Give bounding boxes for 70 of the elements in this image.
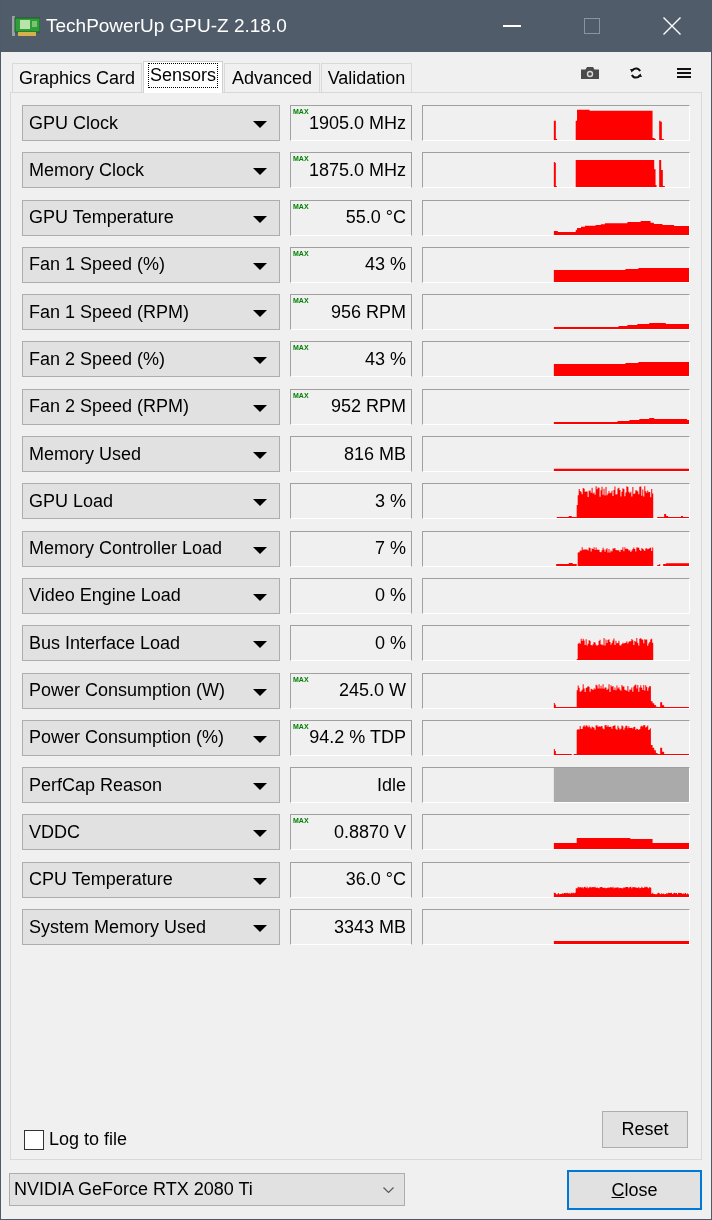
sensor-value: 952 RPM [330, 396, 406, 418]
sensor-value: 0 % [374, 585, 406, 607]
sensor-value: 55.0 °C [345, 207, 406, 229]
sensor-value: 1905.0 MHz [308, 112, 406, 134]
sensor-dropdown[interactable]: Memory Controller Load [22, 530, 280, 567]
sensor-value: 0 % [374, 632, 406, 654]
caret-icon [253, 357, 267, 365]
sensor-value: Idle [376, 774, 406, 796]
sensor-dropdown[interactable]: Bus Interface Load [22, 625, 280, 662]
caret-icon [253, 688, 267, 696]
sensor-dropdown[interactable]: Power Consumption (%) [22, 719, 280, 756]
checkbox[interactable] [24, 1129, 44, 1150]
sensor-value: 43 % [364, 254, 406, 276]
caret-icon [253, 262, 267, 270]
caret-icon [253, 310, 267, 318]
caret-icon [253, 877, 267, 885]
sensor-dropdown[interactable]: GPU Load [22, 483, 280, 520]
camera-icon[interactable] [581, 67, 599, 79]
sensor-value: 94.2 % TDP [309, 727, 406, 749]
caret-icon [253, 593, 267, 601]
caret-icon [253, 452, 267, 460]
caret-icon [253, 404, 267, 412]
sensor-dropdown[interactable]: GPU Clock [22, 105, 280, 141]
sensor-dropdown[interactable]: System Memory Used [22, 909, 280, 946]
sensor-value: 36.0 °C [345, 869, 406, 891]
sensor-dropdown[interactable]: Memory Clock [22, 152, 280, 189]
caret-icon [253, 168, 267, 176]
caret-icon [253, 783, 267, 791]
sensor-dropdown[interactable]: VDDC [22, 814, 280, 851]
caret-icon [253, 499, 267, 507]
sensor-value: 3 % [374, 490, 406, 512]
checkbox-label[interactable]: Log to file [49, 1129, 128, 1150]
sensor-value: 3343 MB [333, 916, 406, 938]
caret-icon [253, 735, 267, 743]
refresh-icon[interactable] [630, 67, 642, 79]
sensor-dropdown[interactable]: Video Engine Load [22, 577, 280, 614]
sensor-dropdown[interactable]: PerfCap Reason [22, 767, 280, 804]
sensor-value: 245.0 W [338, 680, 406, 702]
sensor-value: 956 RPM [330, 301, 406, 323]
sensor-dropdown[interactable]: Power Consumption (W) [22, 672, 280, 709]
gpu-select[interactable]: NVIDIA GeForce RTX 2080 Ti [9, 1173, 405, 1206]
caret-icon [253, 830, 267, 838]
caret-icon [253, 121, 267, 128]
close-icon[interactable] [663, 17, 681, 35]
sensor-dropdown[interactable]: Fan 2 Speed (%) [22, 341, 280, 378]
caret-icon [253, 925, 267, 933]
sensor-dropdown[interactable]: Fan 2 Speed (RPM) [22, 388, 280, 425]
reset-button[interactable]: Reset [602, 1111, 688, 1148]
caret-icon [253, 546, 267, 554]
sensor-dropdown[interactable]: Fan 1 Speed (RPM) [22, 294, 280, 331]
caret-icon [253, 215, 267, 223]
sensor-dropdown[interactable]: Fan 1 Speed (%) [22, 246, 280, 283]
sensor-value: 43 % [364, 349, 406, 370]
graphics-card-icon [12, 16, 40, 36]
menu-icon[interactable] [677, 68, 691, 78]
sensor-dropdown[interactable]: CPU Temperature [22, 861, 280, 898]
sensor-value: 816 MB [343, 443, 406, 465]
sensor-dropdown[interactable]: GPU Temperature [22, 199, 280, 236]
sensor-dropdown[interactable]: Memory Used [22, 436, 280, 473]
caret-icon [253, 641, 267, 649]
sensor-value: 7 % [374, 538, 406, 560]
tab[interactable]: Validation [321, 63, 412, 92]
close-button[interactable]: Close [567, 1170, 702, 1210]
tab[interactable]: Sensors [143, 61, 223, 93]
sensor-value: 1875.0 MHz [308, 159, 406, 181]
chevron-icon [383, 1187, 394, 1193]
tab[interactable]: Advanced [224, 63, 320, 92]
tab[interactable]: Graphics Card [12, 63, 142, 92]
window-title: TechPowerUp GPU-Z 2.18.0 [46, 15, 287, 37]
sensor-value: 0.8870 V [333, 821, 406, 843]
